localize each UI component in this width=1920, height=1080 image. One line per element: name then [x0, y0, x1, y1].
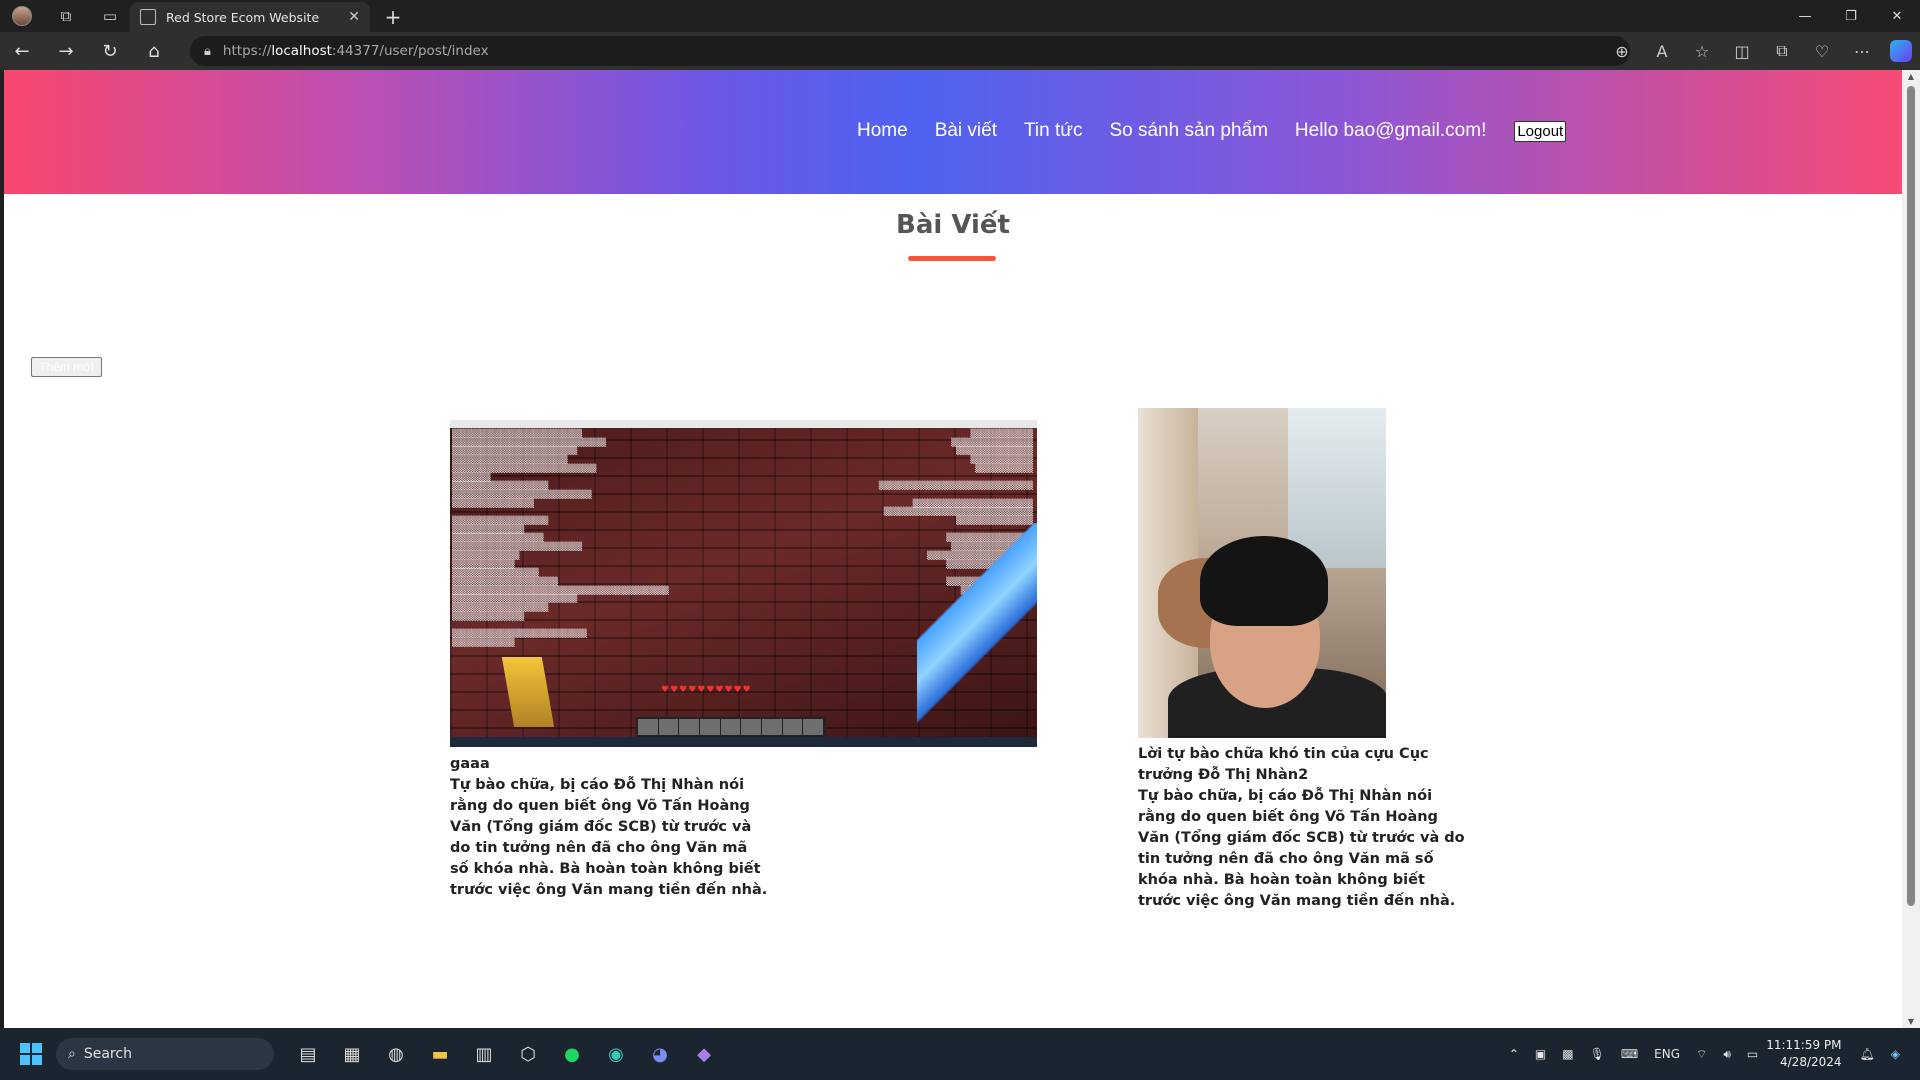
minecraft-hotbar [636, 717, 826, 737]
site-header: Home Bài viết Tin tức So sánh sản phẩm H… [4, 70, 1902, 194]
refresh-icon[interactable]: ↻ [88, 32, 132, 70]
notifications-bell-icon[interactable]: 🔔︎ [1860, 1047, 1875, 1061]
scroll-up-icon[interactable]: ▲ [1906, 72, 1916, 81]
post-image-person[interactable] [1138, 408, 1386, 738]
address-bar[interactable]: 🔒︎ https://localhost:44377/user/post/ind… [190, 36, 1630, 66]
language-indicator[interactable]: ENG [1654, 1047, 1680, 1061]
post-text: gaaa Tự bào chữa, bị cáo Đỗ Thị Nhàn nói… [450, 754, 770, 901]
minecraft-window-titlebar [450, 420, 1037, 428]
spotify-icon[interactable]: ● [550, 1038, 594, 1070]
add-new-button[interactable]: Thêm mới [31, 357, 102, 377]
clock[interactable]: 11:11:59 PM 4/28/2024 [1766, 1037, 1841, 1071]
page-scrollbar[interactable]: ▲ ▼ [1902, 70, 1920, 1028]
tab-title: Red Store Ecom Website [166, 9, 320, 25]
wifi-icon[interactable]: ⌔ [1696, 1047, 1707, 1062]
tab-actions-icon[interactable]: ▭ [88, 0, 132, 32]
nav-home[interactable]: Home [857, 120, 908, 142]
taskbar-search[interactable]: ⌕ Search [56, 1038, 274, 1070]
post-caption: Lời tự bào chữa khó tin của cựu Cục trưở… [1138, 746, 1429, 783]
nav-compare-products[interactable]: So sánh sản phẩm [1109, 120, 1267, 142]
back-arrow-icon[interactable]: ← [0, 32, 44, 70]
nav-user-greeting[interactable]: Hello bao@gmail.com! [1295, 120, 1486, 142]
tab-close-icon[interactable]: ✕ [348, 9, 360, 25]
nav-news[interactable]: Tin tức [1024, 120, 1082, 142]
tray-app-icon[interactable]: ▣ [1535, 1047, 1546, 1061]
post-body: Tự bào chữa, bị cáo Đỗ Thị Nhàn nói rằng… [1138, 788, 1465, 909]
browser-essentials-icon[interactable]: ♡ [1802, 42, 1842, 61]
post-image-minecraft[interactable]: ▒▒▒▒▒▒▒▒▒▒▒▒▒▒▒▒▒▒▒▒▒▒▒▒▒▒▒ ▒▒▒▒▒▒▒▒▒▒▒▒… [450, 420, 1037, 747]
favorite-star-icon[interactable]: ☆ [1682, 42, 1722, 61]
post-card-1: gaaa Tự bào chữa, bị cáo Đỗ Thị Nhàn nói… [450, 754, 770, 901]
post-text: Lời tự bào chữa khó tin của cựu Cục trưở… [1138, 744, 1468, 912]
search-label: Search [83, 1046, 132, 1062]
url-text: https://localhost:44377/user/post/index [222, 43, 489, 59]
visual-studio-icon[interactable]: ◆ [682, 1038, 726, 1070]
photo-hair [1200, 536, 1328, 626]
read-aloud-icon[interactable]: A [1642, 42, 1682, 61]
minecraft-debug-overlay: ▒▒▒▒▒▒▒▒▒▒▒▒▒▒▒▒▒▒▒▒▒▒▒▒▒▒▒ ▒▒▒▒▒▒▒▒▒▒▒▒… [452, 429, 669, 647]
more-menu-icon[interactable]: ⋯ [1842, 42, 1882, 61]
post-body: Tự bào chữa, bị cáo Đỗ Thị Nhàn nói rằng… [450, 777, 768, 898]
battery-icon[interactable]: ▭ [1747, 1047, 1758, 1061]
search-icon: ⌕ [68, 1046, 76, 1062]
restore-button[interactable]: ❐ [1828, 0, 1874, 32]
zoom-icon[interactable]: ⊕ [1602, 42, 1642, 61]
lock-icon[interactable]: 🔒︎ [204, 44, 211, 59]
photo-window [1288, 408, 1386, 568]
task-view-icon[interactable]: ▤ [286, 1038, 330, 1070]
browser-tab-active[interactable]: Red Store Ecom Website ✕ [130, 2, 370, 32]
post-caption: gaaa [450, 756, 490, 772]
page-viewport: Home Bài viết Tin tức So sánh sản phẩm H… [4, 70, 1902, 1028]
system-tray: ⌃ ▣ ▩ 🎙︎ ⌨ ENG ⌔ 🔊︎ ▭ 11:11:59 PM 4/28/2… [1501, 1028, 1908, 1080]
minecraft-diamond-sword [917, 523, 1037, 733]
main-nav: Home Bài viết Tin tức So sánh sản phẩm H… [857, 120, 1567, 142]
close-window-button[interactable]: ✕ [1874, 0, 1920, 32]
windows-taskbar: ⌕ Search ▤ ▦ ◍ ▬ ▥ ⬡ ● ◉ ◕ ◆ ⌃ ▣ ▩ 🎙︎ ⌨ … [0, 1028, 1920, 1080]
file-explorer-icon[interactable]: ▬ [418, 1038, 462, 1070]
logout-button[interactable]: Logout [1514, 120, 1567, 142]
window-controls: — ❐ ✕ [1782, 0, 1920, 32]
volume-icon[interactable]: 🔊︎ [1723, 1047, 1731, 1062]
calculator-icon[interactable]: ▥ [462, 1038, 506, 1070]
new-tab-button[interactable]: + [380, 4, 406, 30]
unity-icon[interactable]: ⬡ [506, 1038, 550, 1070]
browser-toolbar-right: ⊕ A ☆ ◫ ⧉ ♡ ⋯ [1602, 32, 1912, 70]
collections-icon[interactable]: ⧉ [1762, 41, 1802, 61]
home-icon[interactable]: ⌂ [132, 32, 176, 70]
show-hidden-icons-icon[interactable]: ⌃ [1509, 1047, 1519, 1061]
post-card-2: Lời tự bào chữa khó tin của cựu Cục trưở… [1138, 744, 1468, 912]
forward-arrow-icon[interactable]: → [44, 32, 88, 70]
page-title: Bài Viết [896, 210, 1010, 240]
microphone-icon[interactable]: 🎙︎ [1590, 1047, 1605, 1061]
edge-dev-icon[interactable]: ◍ [374, 1038, 418, 1070]
taskbar-apps: ▤ ▦ ◍ ▬ ▥ ⬡ ● ◉ ◕ ◆ [286, 1038, 726, 1070]
page-favicon-icon [140, 9, 156, 25]
nav-posts[interactable]: Bài viết [935, 120, 997, 142]
store-app-icon[interactable]: ▦ [330, 1038, 374, 1070]
minimize-button[interactable]: — [1782, 0, 1828, 32]
windows-start-icon[interactable] [20, 1043, 42, 1065]
browser-tab-strip: ⧉ ▭ Red Store Ecom Website ✕ + — ❐ ✕ [0, 0, 1920, 32]
edge-browser-icon[interactable]: ◉ [594, 1038, 638, 1070]
clock-date: 4/28/2024 [1780, 1055, 1842, 1069]
copilot-taskbar-icon[interactable]: ◈ [1891, 1047, 1900, 1061]
minecraft-health-hearts: ♥♥♥♥♥♥♥♥♥♥ [661, 685, 752, 695]
scroll-down-icon[interactable]: ▼ [1906, 1017, 1916, 1026]
minecraft-os-taskbar [450, 737, 1037, 747]
keyboard-icon[interactable]: ⌨ [1621, 1047, 1638, 1061]
workspaces-icon[interactable]: ⧉ [44, 0, 88, 32]
scrollbar-thumb[interactable] [1907, 86, 1915, 906]
title-underline [908, 256, 996, 261]
discord-icon[interactable]: ◕ [638, 1038, 682, 1070]
avatar-icon [12, 6, 32, 26]
tray-app2-icon[interactable]: ▩ [1562, 1047, 1573, 1061]
profile-avatar[interactable] [0, 0, 44, 32]
clock-time: 11:11:59 PM [1766, 1038, 1842, 1052]
split-screen-icon[interactable]: ◫ [1722, 42, 1762, 61]
copilot-icon[interactable] [1890, 40, 1912, 62]
